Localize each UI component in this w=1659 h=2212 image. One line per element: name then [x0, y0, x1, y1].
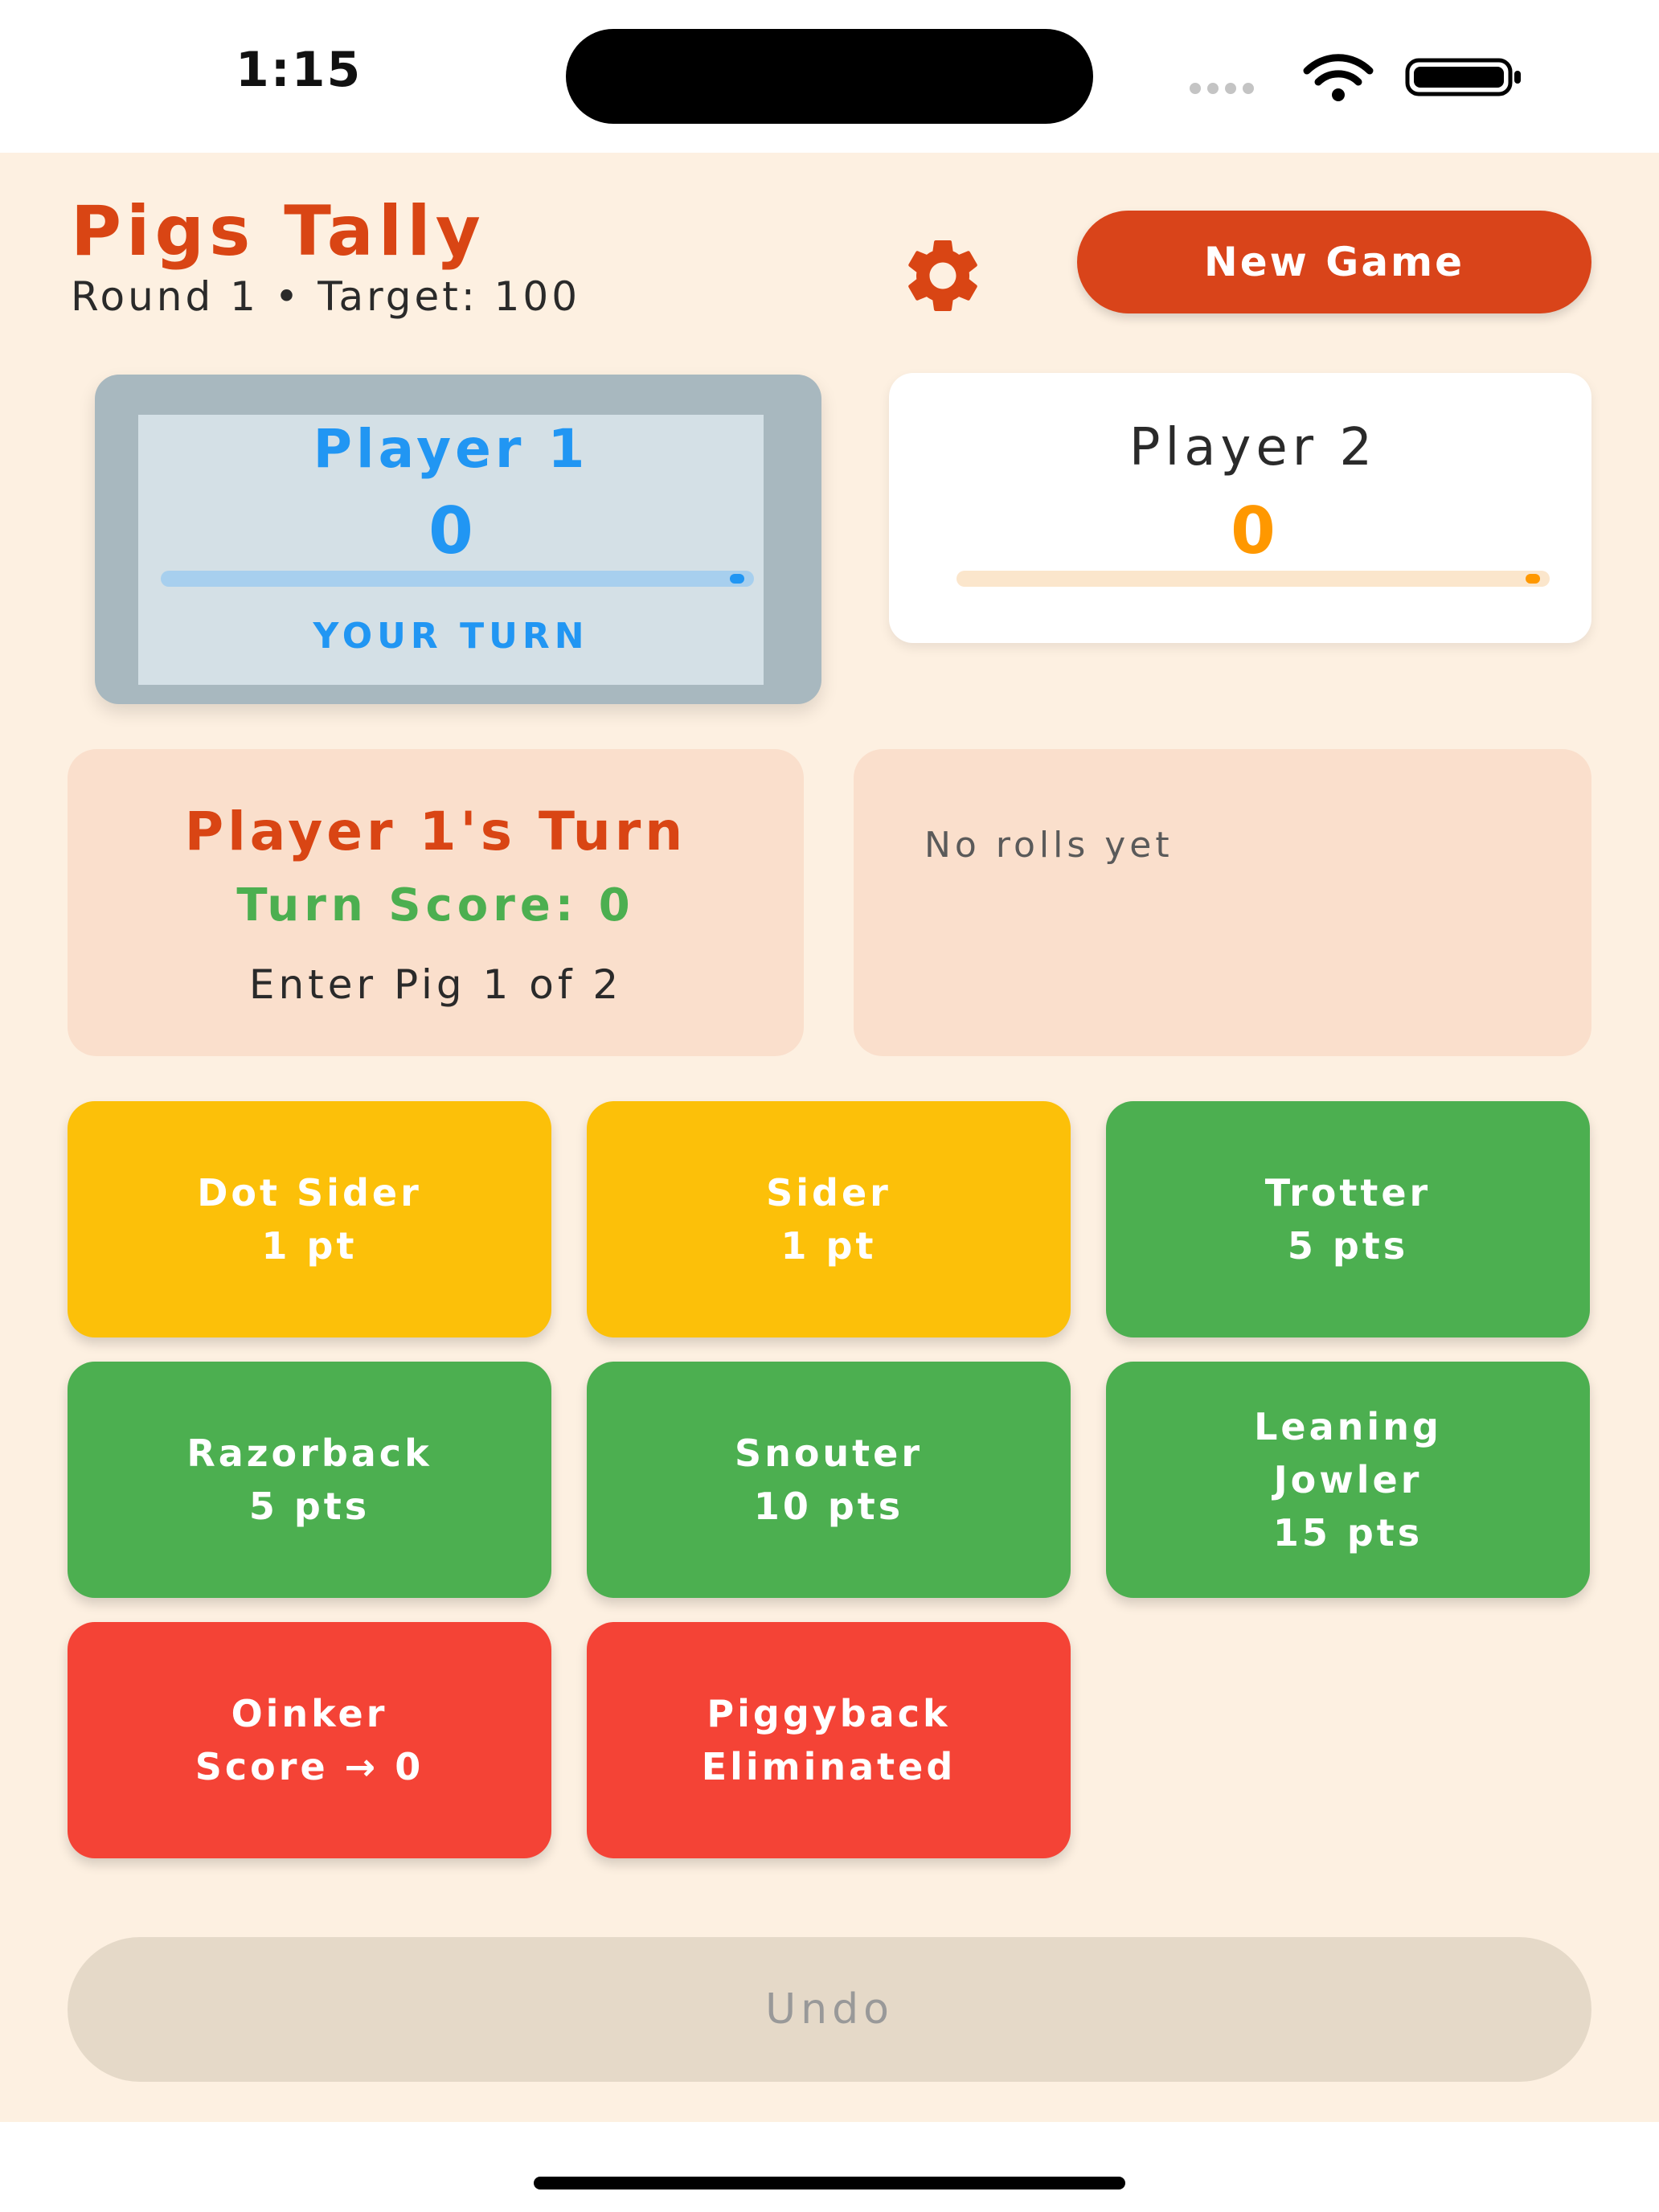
player-1-progress-bar — [161, 571, 754, 587]
battery-icon — [1405, 58, 1521, 96]
roll-button-points: 5 pts — [1287, 1224, 1409, 1268]
roll-button-label: Sider — [766, 1171, 891, 1215]
player-1-name: Player 1 — [313, 418, 589, 480]
roll-button-label: Dot Sider — [197, 1171, 422, 1215]
roll-history-empty-text: No rolls yet — [924, 825, 1174, 866]
roll-button-oinker[interactable]: Oinker Score → 0 — [68, 1622, 551, 1858]
round-target-subtitle: Round 1 • Target: 100 — [71, 273, 581, 320]
status-time: 1:15 — [236, 42, 363, 98]
roll-button-points: 5 pts — [248, 1485, 371, 1528]
status-bar: 1:15 — [0, 0, 1659, 153]
undo-button[interactable]: Undo — [68, 1937, 1591, 2082]
roll-button-dot-sider[interactable]: Dot Sider 1 pt — [68, 1101, 551, 1337]
roll-button-razorback[interactable]: Razorback 5 pts — [68, 1362, 551, 1598]
roll-button-points: 1 pt — [780, 1224, 877, 1268]
turn-score: Turn Score: 0 — [236, 879, 635, 932]
roll-button-label: Oinker — [231, 1692, 388, 1735]
roll-button-leaning-jowler[interactable]: Leaning Jowler 15 pts — [1106, 1362, 1590, 1598]
roll-button-points: 15 pts — [1272, 1511, 1423, 1555]
player-2-score: 0 — [1231, 494, 1276, 568]
turn-prompt: Enter Pig 1 of 2 — [248, 961, 623, 1008]
roll-button-trotter[interactable]: Trotter 5 pts — [1106, 1101, 1590, 1337]
roll-button-piggyback[interactable]: Piggyback Eliminated — [587, 1622, 1071, 1858]
app-title: Pigs Tally — [71, 191, 485, 272]
app-screen: Pigs Tally Round 1 • Target: 100 New Gam… — [0, 153, 1659, 2122]
player-1-progress-fill — [730, 574, 744, 584]
home-indicator[interactable] — [534, 2177, 1125, 2189]
your-turn-indicator: YOUR TURN — [313, 616, 589, 657]
roll-button-label: Razorback — [186, 1432, 432, 1475]
turn-title: Player 1's Turn — [184, 801, 687, 862]
roll-button-points: 1 pt — [261, 1224, 358, 1268]
roll-button-label: Leaning Jowler — [1254, 1405, 1442, 1501]
player-2-progress-bar — [956, 571, 1550, 587]
new-game-button[interactable]: New Game — [1077, 211, 1591, 313]
wifi-icon — [1303, 54, 1374, 101]
cellular-signal-icon — [1190, 82, 1260, 97]
roll-button-label: Snouter — [734, 1432, 924, 1475]
roll-button-points: 10 pts — [753, 1485, 904, 1528]
player-2-progress-fill — [1526, 574, 1540, 584]
roll-button-sider[interactable]: Sider 1 pt — [587, 1101, 1071, 1337]
player-2-name: Player 2 — [1129, 418, 1378, 477]
roll-history-panel — [854, 749, 1591, 1056]
roll-button-points: Eliminated — [701, 1745, 956, 1788]
player-1-score: 0 — [428, 494, 473, 568]
roll-button-points: Score → 0 — [195, 1745, 424, 1788]
roll-button-snouter[interactable]: Snouter 10 pts — [587, 1362, 1071, 1598]
roll-button-label: Trotter — [1264, 1171, 1432, 1215]
dynamic-island — [566, 29, 1093, 124]
roll-button-label: Piggyback — [707, 1692, 951, 1735]
gear-icon[interactable] — [899, 231, 987, 320]
